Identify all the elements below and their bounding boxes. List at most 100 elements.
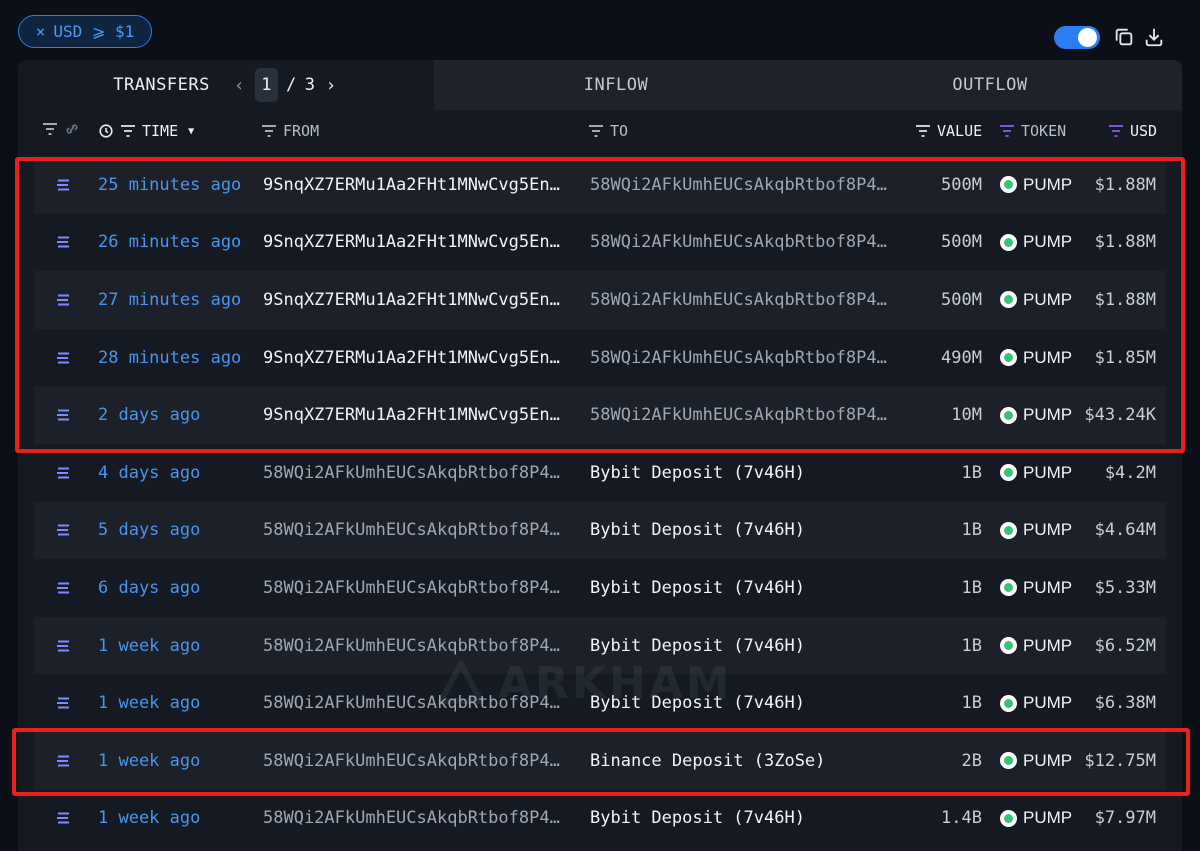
time-link[interactable]: 1 week ago xyxy=(98,617,200,675)
pump-token-icon xyxy=(1000,406,1017,424)
table-row[interactable]: 2 days ago 9SnqXZ7ERMu1Aa2FHt1MNwCvg5En…… xyxy=(34,386,1166,444)
pump-token-icon xyxy=(1000,291,1017,309)
token-column-header[interactable]: TOKEN xyxy=(999,122,1066,140)
table-row[interactable]: 27 minutes ago 9SnqXZ7ERMu1Aa2FHt1MNwCvg… xyxy=(34,271,1166,329)
link-icon[interactable] xyxy=(64,122,80,136)
usd-filter-chip[interactable]: × USD ⩾ $1 xyxy=(18,15,152,48)
prev-page-icon[interactable]: ‹ xyxy=(232,75,247,96)
token-cell[interactable]: PUMP xyxy=(1000,271,1072,329)
tab-inflow[interactable]: INFLOW xyxy=(434,60,798,110)
from-address[interactable]: 9SnqXZ7ERMu1Aa2FHt1MNwCvg5En… xyxy=(263,386,573,444)
time-link[interactable]: 5 days ago xyxy=(98,502,200,560)
token-cell[interactable]: PUMP xyxy=(1000,214,1072,272)
to-address[interactable]: Bybit Deposit (7v46H) xyxy=(590,444,900,502)
usd-amount: $43.24K xyxy=(1084,405,1156,426)
time-link[interactable]: 26 minutes ago xyxy=(98,214,241,272)
to-address[interactable]: Bybit Deposit (7v46H) xyxy=(590,790,900,848)
from-address[interactable]: 58WQi2AFkUmhEUCsAkqbRtbof8P4… xyxy=(263,732,573,790)
token-cell[interactable]: PUMP xyxy=(1000,329,1072,387)
token-cell[interactable]: PUMP xyxy=(1000,444,1072,502)
table-row[interactable]: 28 minutes ago 9SnqXZ7ERMu1Aa2FHt1MNwCvg… xyxy=(34,329,1166,387)
filter-active-icon[interactable] xyxy=(999,124,1015,138)
from-address[interactable]: 9SnqXZ7ERMu1Aa2FHt1MNwCvg5En… xyxy=(263,271,573,329)
table-row[interactable]: 1 week ago 58WQi2AFkUmhEUCsAkqbRtbof8P4…… xyxy=(34,790,1166,848)
tab-transfers[interactable]: TRANSFERS ‹ 1 / 3 › xyxy=(18,60,434,110)
table-row[interactable]: 25 minutes ago 9SnqXZ7ERMu1Aa2FHt1MNwCvg… xyxy=(34,156,1166,214)
next-page-icon[interactable]: › xyxy=(323,75,338,96)
filter-icon[interactable] xyxy=(915,124,931,138)
transfer-value: 490M xyxy=(941,347,982,368)
pump-token-icon xyxy=(1000,637,1017,655)
to-address[interactable]: Bybit Deposit (7v46H) xyxy=(590,617,900,675)
token-cell[interactable]: PUMP xyxy=(1000,502,1072,560)
token-cell[interactable]: PUMP xyxy=(1000,386,1072,444)
table-row[interactable]: 6 days ago 58WQi2AFkUmhEUCsAkqbRtbof8P4…… xyxy=(34,559,1166,617)
from-column-header[interactable]: FROM xyxy=(261,122,319,140)
time-link[interactable]: 25 minutes ago xyxy=(98,156,241,214)
from-address[interactable]: 58WQi2AFkUmhEUCsAkqbRtbof8P4… xyxy=(263,790,573,848)
to-address[interactable]: 58WQi2AFkUmhEUCsAkqbRtbof8P4… xyxy=(590,271,900,329)
time-link[interactable]: 1 week ago xyxy=(98,732,200,790)
time-link[interactable]: 2 days ago xyxy=(98,386,200,444)
filter-icon[interactable] xyxy=(42,122,58,136)
to-address[interactable]: 58WQi2AFkUmhEUCsAkqbRtbof8P4… xyxy=(590,386,900,444)
from-address[interactable]: 9SnqXZ7ERMu1Aa2FHt1MNwCvg5En… xyxy=(263,214,573,272)
pump-token-icon xyxy=(1000,176,1017,194)
to-address[interactable]: Bybit Deposit (7v46H) xyxy=(590,559,900,617)
token-cell[interactable]: PUMP xyxy=(1000,790,1072,848)
from-address[interactable]: 58WQi2AFkUmhEUCsAkqbRtbof8P4… xyxy=(263,674,573,732)
to-address[interactable]: Binance Deposit (3ZoSe) xyxy=(590,732,900,790)
usd-amount: $4.64M xyxy=(1094,520,1156,541)
link-filter-header[interactable] xyxy=(42,122,80,136)
from-address[interactable]: 9SnqXZ7ERMu1Aa2FHt1MNwCvg5En… xyxy=(263,156,573,214)
token-cell[interactable]: PUMP xyxy=(1000,156,1072,214)
filter-icon[interactable] xyxy=(588,124,604,138)
sort-desc-icon[interactable]: ▼ xyxy=(188,126,194,137)
download-icon[interactable] xyxy=(1143,26,1165,48)
time-link[interactable]: 1 week ago xyxy=(98,674,200,732)
table-row[interactable]: 1 week ago 58WQi2AFkUmhEUCsAkqbRtbof8P4…… xyxy=(34,674,1166,732)
time-link[interactable]: 6 days ago xyxy=(98,559,200,617)
transfer-value: 500M xyxy=(941,289,982,310)
token-cell[interactable]: PUMP xyxy=(1000,559,1072,617)
filter-icon[interactable] xyxy=(261,124,277,138)
to-address[interactable]: 58WQi2AFkUmhEUCsAkqbRtbof8P4… xyxy=(590,329,900,387)
view-toggle[interactable] xyxy=(1054,26,1100,49)
time-column-header[interactable]: TIME ▼ xyxy=(98,122,194,140)
to-address[interactable]: 58WQi2AFkUmhEUCsAkqbRtbof8P4… xyxy=(590,156,900,214)
token-cell[interactable]: PUMP xyxy=(1000,674,1072,732)
table-row[interactable]: 1 week ago 58WQi2AFkUmhEUCsAkqbRtbof8P4…… xyxy=(34,732,1166,790)
table-row[interactable]: 5 days ago 58WQi2AFkUmhEUCsAkqbRtbof8P4…… xyxy=(34,501,1166,560)
to-address[interactable]: Bybit Deposit (7v46H) xyxy=(590,502,900,560)
table-row[interactable]: 1 week ago 58WQi2AFkUmhEUCsAkqbRtbof8P4…… xyxy=(34,616,1166,675)
time-link[interactable]: 27 minutes ago xyxy=(98,271,241,329)
from-address[interactable]: 58WQi2AFkUmhEUCsAkqbRtbof8P4… xyxy=(263,444,573,502)
to-address[interactable]: 58WQi2AFkUmhEUCsAkqbRtbof8P4… xyxy=(590,214,900,272)
filter-active-icon[interactable] xyxy=(1108,124,1124,138)
token-cell[interactable]: PUMP xyxy=(1000,617,1072,675)
current-page[interactable]: 1 xyxy=(255,68,278,102)
to-column-header[interactable]: TO xyxy=(588,122,628,140)
toggle-knob xyxy=(1078,28,1097,47)
pump-token-icon xyxy=(1000,752,1017,770)
from-address[interactable]: 9SnqXZ7ERMu1Aa2FHt1MNwCvg5En… xyxy=(263,329,573,387)
time-link[interactable]: 28 minutes ago xyxy=(98,329,241,387)
table-row[interactable]: 4 days ago 58WQi2AFkUmhEUCsAkqbRtbof8P4…… xyxy=(34,444,1166,502)
value-column-header[interactable]: VALUE xyxy=(915,122,982,140)
copy-icon[interactable] xyxy=(1113,26,1135,48)
from-address[interactable]: 58WQi2AFkUmhEUCsAkqbRtbof8P4… xyxy=(263,502,573,560)
tab-outflow-label: OUTFLOW xyxy=(952,75,1028,95)
pump-token-icon xyxy=(1000,464,1017,482)
from-address[interactable]: 58WQi2AFkUmhEUCsAkqbRtbof8P4… xyxy=(263,559,573,617)
time-link[interactable]: 1 week ago xyxy=(98,790,200,848)
token-symbol: PUMP xyxy=(1023,347,1073,367)
filter-icon[interactable] xyxy=(120,124,136,138)
time-link[interactable]: 4 days ago xyxy=(98,444,200,502)
token-cell[interactable]: PUMP xyxy=(1000,732,1072,790)
to-address[interactable]: Bybit Deposit (7v46H) xyxy=(590,674,900,732)
from-address[interactable]: 58WQi2AFkUmhEUCsAkqbRtbof8P4… xyxy=(263,617,573,675)
remove-filter-icon[interactable]: × xyxy=(36,22,46,41)
usd-column-header[interactable]: USD xyxy=(1108,122,1157,140)
table-row[interactable]: 26 minutes ago 9SnqXZ7ERMu1Aa2FHt1MNwCvg… xyxy=(34,214,1166,272)
tab-outflow[interactable]: OUTFLOW xyxy=(798,60,1182,110)
